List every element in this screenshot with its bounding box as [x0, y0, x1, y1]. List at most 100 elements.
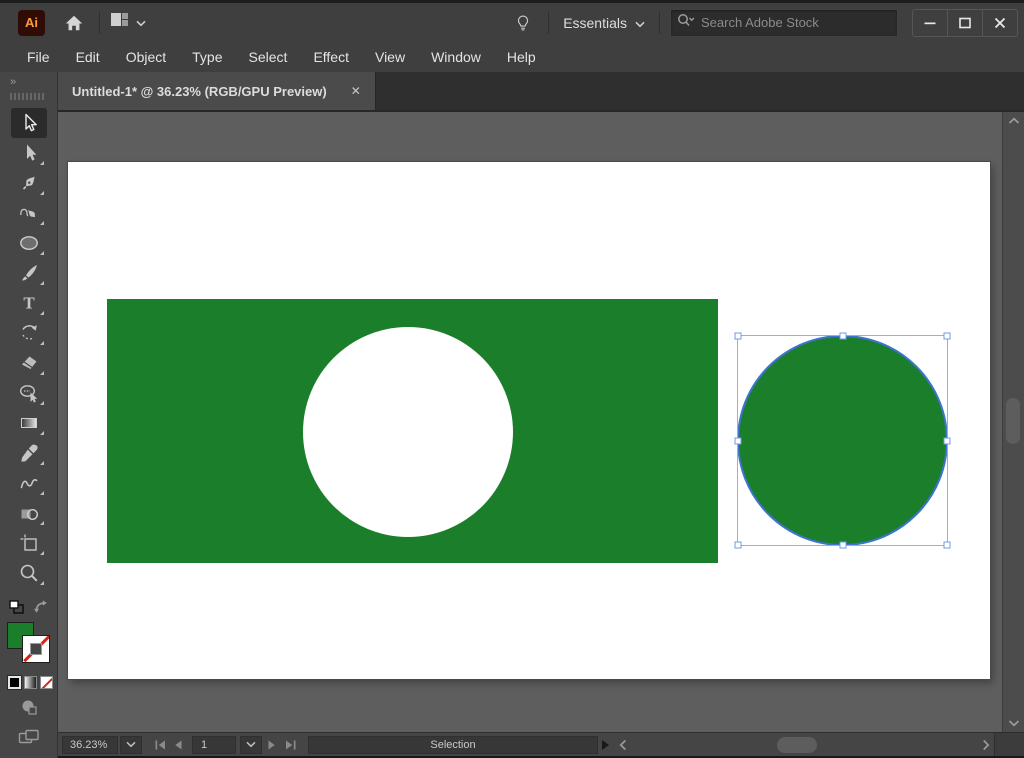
artboard-number-value: 1: [201, 739, 207, 751]
illustrator-window: Ai Essentials: [0, 0, 1024, 758]
tools-panel: » T: [0, 72, 58, 758]
selection-handle-bottom-left[interactable]: [735, 542, 742, 549]
lasso-tool[interactable]: [11, 378, 47, 408]
pen-tool[interactable]: [11, 168, 47, 198]
tab-close-icon[interactable]: ✕: [351, 84, 361, 98]
next-artboard-icon[interactable]: [264, 737, 280, 753]
selection-handle-middle-right[interactable]: [944, 437, 951, 444]
flyout-indicator: [40, 401, 44, 405]
menu-select[interactable]: Select: [236, 42, 301, 72]
artboard-dropdown-button[interactable]: [240, 736, 262, 754]
eraser-tool[interactable]: [11, 348, 47, 378]
titlebar-right-cluster: Essentials: [508, 8, 1024, 38]
menu-object[interactable]: Object: [113, 42, 179, 72]
horizontal-scroll-track[interactable]: [631, 733, 978, 756]
maximize-button[interactable]: [947, 10, 982, 36]
artboard-number-field[interactable]: 1: [192, 736, 236, 754]
menu-edit[interactable]: Edit: [63, 42, 113, 72]
stroke-color-swatch[interactable]: [22, 635, 50, 663]
minimize-button[interactable]: [913, 10, 947, 36]
selection-handle-top-left[interactable]: [735, 333, 742, 340]
scroll-up-icon[interactable]: [1003, 112, 1024, 130]
type-tool[interactable]: T: [11, 288, 47, 318]
last-artboard-icon[interactable]: [282, 737, 298, 753]
selection-tool[interactable]: [11, 108, 47, 138]
shape-builder-tool[interactable]: [11, 498, 47, 528]
horizontal-scroll-thumb[interactable]: [777, 737, 817, 753]
panel-collapse-button[interactable]: »: [10, 76, 57, 88]
titlebar-divider: [99, 12, 100, 34]
selection-handle-top-center[interactable]: [839, 333, 846, 340]
scroll-down-icon[interactable]: [1003, 714, 1024, 732]
artboard[interactable]: [68, 162, 990, 679]
flyout-indicator: [40, 311, 44, 315]
document-tabbar: Untitled-1* @ 36.23% (RGB/GPU Preview) ✕: [58, 72, 1024, 112]
white-circle-shape[interactable]: [303, 327, 513, 537]
shaper-tool[interactable]: [11, 468, 47, 498]
paintbrush-tool[interactable]: [11, 258, 47, 288]
workspace-label: Essentials: [563, 15, 627, 31]
none-slash-icon: [40, 676, 53, 689]
chevron-down-icon: [635, 15, 645, 31]
vertical-scrollbar[interactable]: [1002, 112, 1024, 732]
menu-window[interactable]: Window: [418, 42, 494, 72]
workspace-switcher[interactable]: Essentials: [559, 15, 649, 31]
selection-handle-bottom-center[interactable]: [839, 542, 846, 549]
gradient-tool[interactable]: [11, 408, 47, 438]
zoom-dropdown-button[interactable]: [120, 736, 142, 754]
titlebar-divider: [659, 12, 660, 34]
selection-handle-middle-left[interactable]: [735, 437, 742, 444]
selection-handle-top-right[interactable]: [944, 333, 951, 340]
app-logo: Ai: [18, 10, 45, 36]
gradient-button[interactable]: [24, 676, 37, 689]
tools-panel-header: »: [0, 72, 57, 108]
titlebar: Ai Essentials: [0, 0, 1024, 42]
scroll-right-icon[interactable]: [978, 737, 994, 753]
menu-effect[interactable]: Effect: [300, 42, 362, 72]
swap-fill-stroke-icon[interactable]: [34, 600, 48, 618]
document-tab[interactable]: Untitled-1* @ 36.23% (RGB/GPU Preview) ✕: [58, 72, 376, 110]
curvature-tool[interactable]: [11, 198, 47, 228]
vertical-scroll-thumb[interactable]: [1006, 398, 1020, 444]
canvas-area: [58, 112, 1024, 732]
horizontal-scrollbar[interactable]: [615, 733, 994, 756]
eyedropper-tool[interactable]: [11, 438, 47, 468]
color-button[interactable]: [8, 676, 21, 689]
panel-drag-grip[interactable]: [10, 93, 44, 100]
none-button[interactable]: [40, 676, 53, 689]
flyout-indicator: [40, 191, 44, 195]
arrange-documents-button[interactable]: [110, 11, 146, 34]
selection-bounding-box: [737, 335, 948, 546]
status-display-field: Selection: [308, 736, 598, 754]
default-fill-stroke-icon[interactable]: [9, 600, 24, 619]
drawing-mode-button[interactable]: [11, 695, 47, 719]
menu-help[interactable]: Help: [494, 42, 549, 72]
zoom-level-field[interactable]: 36.23%: [62, 736, 118, 754]
flyout-indicator: [40, 251, 44, 255]
artboard-navigation: 1: [152, 736, 298, 754]
zoom-tool[interactable]: [11, 558, 47, 588]
screen-mode-button[interactable]: [11, 725, 47, 749]
status-flyout-icon[interactable]: [602, 740, 609, 750]
zoom-level-value: 36.23%: [70, 739, 107, 751]
menu-type[interactable]: Type: [179, 42, 235, 72]
menu-view[interactable]: View: [362, 42, 418, 72]
ellipse-tool[interactable]: [11, 228, 47, 258]
chevron-down-icon: [136, 14, 146, 32]
rotate-tool[interactable]: [11, 318, 47, 348]
document-tab-title: Untitled-1* @ 36.23% (RGB/GPU Preview): [72, 84, 327, 99]
menu-file[interactable]: File: [14, 42, 63, 72]
search-input[interactable]: [699, 14, 891, 31]
artboard-tool[interactable]: [11, 528, 47, 558]
window-controls: [912, 9, 1018, 37]
statusbar-corner: [994, 733, 1024, 756]
scroll-left-icon[interactable]: [615, 737, 631, 753]
direct-selection-tool[interactable]: [11, 138, 47, 168]
lightbulb-icon[interactable]: [508, 8, 538, 38]
home-icon[interactable]: [59, 8, 89, 38]
close-button[interactable]: [982, 10, 1017, 36]
flyout-indicator: [40, 491, 44, 495]
first-artboard-icon[interactable]: [152, 737, 168, 753]
previous-artboard-icon[interactable]: [170, 737, 186, 753]
selection-handle-bottom-right[interactable]: [944, 542, 951, 549]
